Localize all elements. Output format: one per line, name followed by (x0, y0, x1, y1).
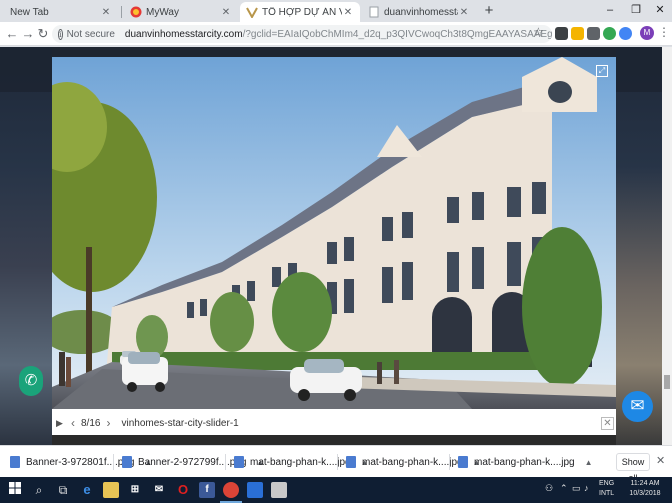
clock-time: 11:24 AM (630, 480, 660, 487)
opera-icon[interactable]: O (175, 482, 191, 498)
page-favicon-icon (369, 6, 379, 18)
task-view-icon[interactable]: ⧉ (54, 481, 72, 499)
myway-favicon-icon (130, 6, 142, 18)
address-bar[interactable]: i Not secure duanvinhomesstarcity.com/?g… (52, 25, 552, 43)
taskbar-clock[interactable]: 11:24 AM 10/3/2018 (625, 479, 665, 499)
prev-arrow-icon[interactable]: ‹ (68, 416, 78, 430)
tab-title: New Tab (10, 6, 49, 18)
download-filename: Banner-2-972799f....png (138, 456, 247, 468)
new-tab-button[interactable]: + (480, 2, 498, 20)
menu-kebab-icon[interactable]: ⋮ (658, 25, 670, 39)
store-icon[interactable]: ⊞ (127, 482, 143, 498)
chevron-up-icon[interactable]: ⌃ (560, 483, 568, 494)
profile-avatar[interactable]: M (640, 26, 654, 40)
extension-icon[interactable] (587, 27, 600, 40)
phone-call-button[interactable]: ✆ (19, 366, 43, 396)
language-code: ENG (599, 480, 615, 487)
chevron-up-icon[interactable]: ▲ (585, 458, 593, 467)
bookmark-star-icon[interactable]: ☆ (533, 25, 544, 39)
download-filename: mat-bang-phan-k....jpg (474, 456, 575, 468)
download-separator (449, 454, 450, 470)
minimize-button[interactable]: – (598, 1, 622, 19)
clock-date: 10/3/2018 (629, 490, 661, 497)
keyboard-layout: INTL (599, 490, 615, 497)
messenger-icon: ✉ (630, 396, 645, 415)
download-bar-close-icon[interactable]: ✕ (656, 454, 665, 467)
close-window-button[interactable]: ✕ (648, 1, 672, 19)
browser-toolbar: ← → ↻ i Not secure duanvinhomesstarcity.… (0, 22, 672, 46)
play-icon[interactable]: ▶ (56, 418, 68, 429)
scrollbar-thumb[interactable] (664, 375, 670, 389)
chrome-icon[interactable] (223, 482, 239, 498)
file-icon (122, 456, 132, 468)
file-icon (458, 456, 468, 468)
tab-separator (121, 6, 122, 18)
tab-title: TỔ HỢP DỰ ÁN VINHOMES STA (262, 6, 342, 18)
next-arrow-icon[interactable]: › (103, 416, 113, 430)
tab-close-icon[interactable]: ✕ (342, 7, 354, 18)
download-separator (113, 454, 114, 470)
messenger-button[interactable]: ✉ (622, 391, 653, 422)
phone-icon: ✆ (24, 372, 38, 389)
fullscreen-icon[interactable]: ⤢ (596, 65, 608, 77)
extension-icon[interactable] (555, 27, 568, 40)
show-all-downloads-button[interactable]: Show all (616, 453, 650, 483)
page-viewport: ⤢ ▶ ‹ 8/16 › vinhomes-star-city-slider-1… (0, 47, 672, 445)
extension-icon[interactable] (619, 27, 632, 40)
info-icon[interactable]: i (58, 28, 63, 40)
file-icon (346, 456, 356, 468)
paint-icon[interactable] (271, 482, 287, 498)
tab-close-icon[interactable]: ✕ (100, 7, 112, 18)
page-scrollbar[interactable] (662, 47, 672, 445)
extension-icon[interactable] (603, 27, 616, 40)
download-separator (337, 454, 338, 470)
photos-icon[interactable] (247, 482, 263, 498)
search-icon[interactable]: ⌕ (30, 481, 48, 499)
tab-title: MyWay (146, 6, 179, 18)
villa-rendering-image (52, 57, 616, 409)
edge-icon[interactable]: e (79, 482, 95, 498)
maximize-button[interactable]: ❐ (624, 1, 648, 19)
url-host: duanvinhomesstarcity.com (124, 28, 243, 40)
tab-close-icon[interactable]: ✕ (458, 7, 470, 18)
tab-myway[interactable]: MyWay ✕ (124, 2, 238, 22)
tab-close-icon[interactable]: ✕ (220, 7, 232, 18)
image-counter: 8/16 (81, 417, 101, 429)
people-icon[interactable]: ⚇ (545, 483, 553, 494)
mail-icon[interactable]: ✉ (151, 482, 167, 498)
download-filename: Banner-3-972801f....png (26, 456, 135, 468)
network-icon[interactable]: ▭ (572, 483, 581, 494)
lightbox-close-icon[interactable]: ✕ (601, 417, 614, 430)
download-bar: Banner-3-972801f....png ▲ Banner-2-97279… (0, 445, 672, 483)
download-item[interactable]: mat-bang-phan-k....jpg ▲ (458, 454, 593, 470)
url-path: /?gclid=EAIaIQobChMIm4_d2q_p3QIVCwoqCh3t… (242, 28, 552, 40)
language-indicator[interactable]: ENG INTL (599, 479, 614, 499)
file-icon (234, 456, 244, 468)
windows-taskbar: ⌕ ⧉ e ⊞ ✉ O f ⚇ ⌃ ▭ ♪ ENG INTL 11:24 AM … (0, 477, 672, 503)
windows-start-icon[interactable] (6, 481, 24, 499)
extension-icon[interactable] (571, 27, 584, 40)
tab-vinhomes[interactable]: TỔ HỢP DỰ ÁN VINHOMES STA ✕ (240, 2, 360, 22)
image-lightbox: ⤢ ▶ ‹ 8/16 › vinhomes-star-city-slider-1… (52, 57, 616, 435)
slider-photo: ⤢ (52, 57, 616, 409)
security-label: Not secure (66, 28, 115, 40)
tab-new-tab[interactable]: New Tab ✕ (4, 2, 118, 22)
tab-strip: New Tab ✕ MyWay ✕ TỔ HỢP DỰ ÁN VINHOMES … (0, 0, 672, 22)
facebook-icon[interactable]: f (199, 482, 215, 498)
volume-icon[interactable]: ♪ (584, 483, 589, 493)
download-separator (225, 454, 226, 470)
vinhomes-favicon-icon (246, 7, 258, 18)
image-caption: vinhomes-star-city-slider-1 (121, 417, 239, 429)
reload-button[interactable]: ↻ (34, 25, 52, 43)
lightbox-caption-bar: ▶ ‹ 8/16 › vinhomes-star-city-slider-1 ✕ (52, 413, 616, 433)
file-icon (10, 456, 20, 468)
tab-duanvinhomes[interactable]: duanvinhomesstarcity.com ✕ (362, 2, 476, 22)
file-explorer-icon[interactable] (103, 482, 119, 498)
download-filename: mat-bang-phan-k....jpg (250, 456, 351, 468)
download-filename: mat-bang-phan-k....jpg (362, 456, 463, 468)
tab-title: duanvinhomesstarcity.com (384, 6, 458, 18)
